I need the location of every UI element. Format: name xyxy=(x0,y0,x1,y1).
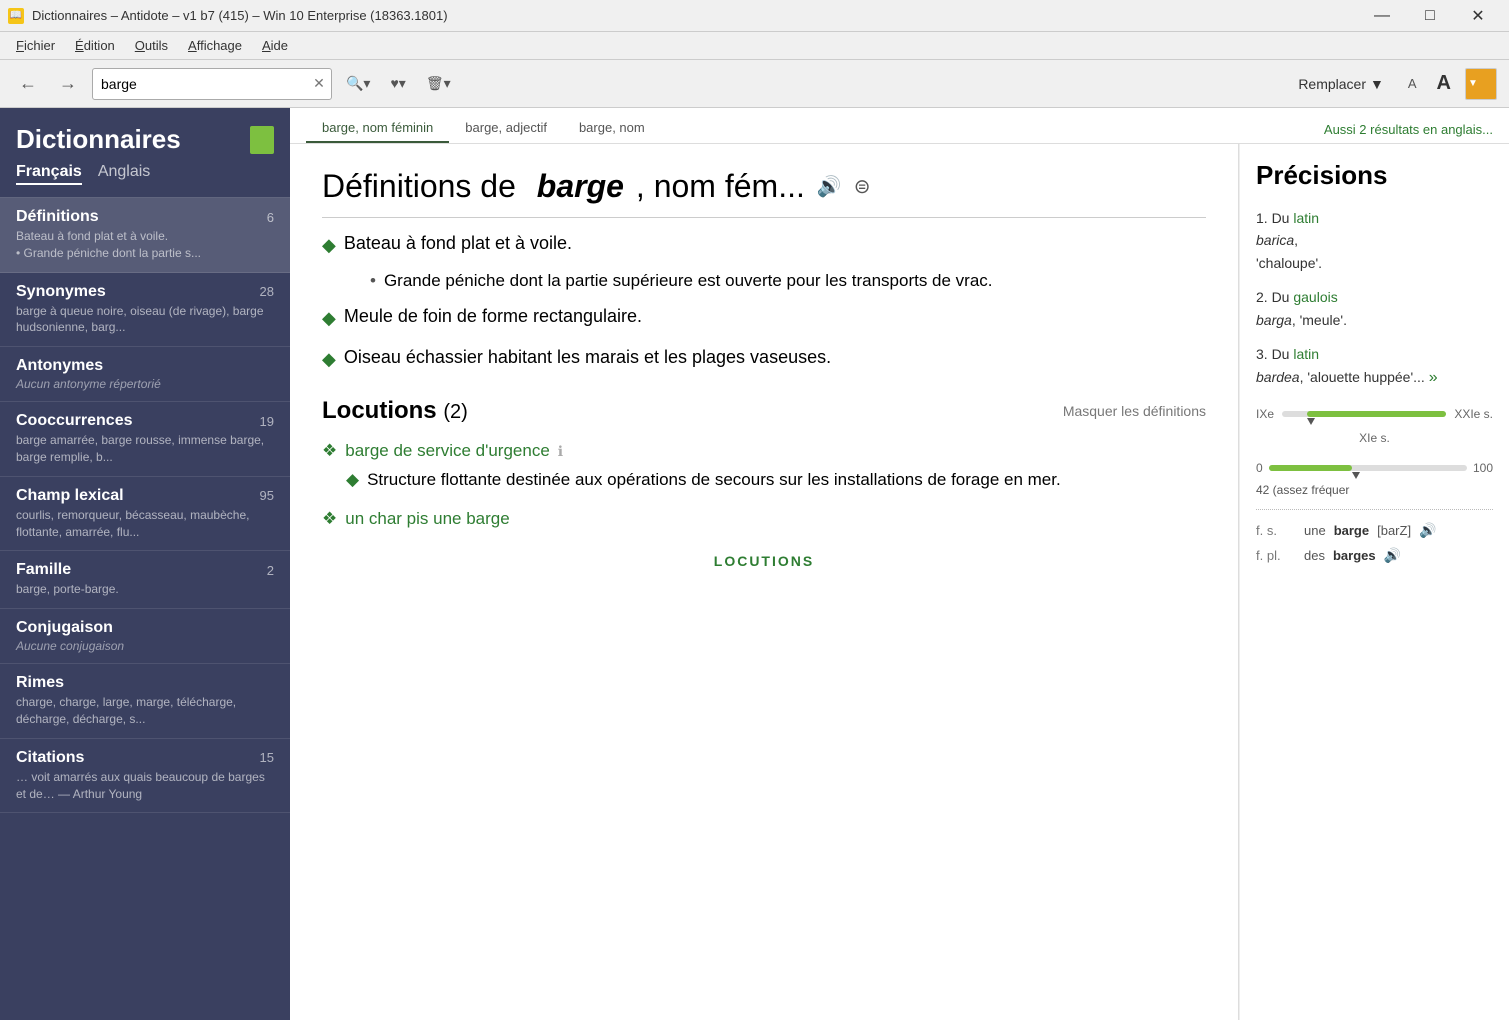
pronunciation-feminine-plural: f. pl. des barges 🔊 xyxy=(1256,547,1493,564)
etymology-3: 3. Du latin bardea, 'alouette huppée'...… xyxy=(1256,343,1493,391)
menu-edition[interactable]: Édition xyxy=(67,36,123,55)
forward-button[interactable]: → xyxy=(52,68,84,100)
locutions-title: Locutions xyxy=(322,397,437,424)
sidebar-item-antonymes[interactable]: Antonymes Aucun antonyme répertorié xyxy=(0,347,290,402)
info-icon[interactable]: ℹ xyxy=(558,443,563,460)
lang-tab-anglais[interactable]: Anglais xyxy=(98,163,150,185)
search-input[interactable] xyxy=(93,76,307,92)
font-size-large[interactable]: A xyxy=(1431,68,1457,99)
remplacer-button[interactable]: Remplacer ▼ xyxy=(1288,68,1394,100)
main-content: Définitions de barge , nom fém... 🔊 ⊜ ◆ … xyxy=(290,144,1239,1020)
menu-bar: Fichier Édition Outils Affichage Aide xyxy=(0,32,1509,60)
sidebar-item-cooccurrences[interactable]: Cooccurrences 19 barge amarrée, barge ro… xyxy=(0,402,290,477)
tabs-bar: barge, nom féminin barge, adjectif barge… xyxy=(290,108,1509,144)
etymology-1: 1. Du latin barica,'chaloupe'. xyxy=(1256,207,1493,274)
sidebar-item-rimes[interactable]: Rimes charge, charge, large, marge, télé… xyxy=(0,664,290,739)
masquer-definitions-button[interactable]: Masquer les définitions xyxy=(1063,403,1206,419)
title-suffix: , nom fém... xyxy=(636,168,805,205)
timeline-start: IXe xyxy=(1256,407,1274,421)
title-prefix: Définitions de xyxy=(322,168,525,205)
pronunciation-feminine-singular: f. s. une barge [barZ] 🔊 xyxy=(1256,522,1493,539)
locution-title-2[interactable]: ❖ un char pis une barge xyxy=(322,509,1206,529)
definition-item-3: ◆ Oiseau échassier habitant les marais e… xyxy=(322,344,1206,373)
title-bar: 📖 Dictionnaires – Antidote – v1 b7 (415)… xyxy=(0,0,1509,32)
timeline-end: XXIe s. xyxy=(1454,407,1493,421)
window-controls: — □ ✕ xyxy=(1359,0,1501,32)
locution-def-1: ◆ Structure flottante destinée aux opéra… xyxy=(346,467,1206,493)
locutions-count: (2) xyxy=(443,401,467,423)
definition-sub-1: • Grande péniche dont la partie supérieu… xyxy=(370,271,1206,291)
sidebar-item-synonymes[interactable]: Synonymes 28 barge à queue noire, oiseau… xyxy=(0,273,290,348)
menu-aide[interactable]: Aide xyxy=(254,36,296,55)
lang-tab-francais[interactable]: Français xyxy=(16,163,82,185)
divider xyxy=(1256,509,1493,510)
locution-item-2: ❖ un char pis une barge xyxy=(322,509,1206,529)
content-area: barge, nom féminin barge, adjectif barge… xyxy=(290,108,1509,1020)
definition-item-1: ◆ Bateau à fond plat et à voile. xyxy=(322,230,1206,259)
timeline-marker: XIe s. xyxy=(1359,431,1390,445)
frequency-value: 42 (assez fréquer xyxy=(1256,483,1493,497)
search-box: ✕ xyxy=(92,68,332,100)
sidebar-header: Dictionnaires xyxy=(0,108,290,163)
back-button[interactable]: ← xyxy=(12,68,44,100)
font-size-small[interactable]: A xyxy=(1402,72,1423,95)
sidebar-item-famille[interactable]: Famille 2 barge, porte-barge. xyxy=(0,551,290,609)
sidebar-icon xyxy=(250,126,274,154)
definitions-list: ◆ Bateau à fond plat et à voile. • Grand… xyxy=(322,230,1206,373)
close-button[interactable]: ✕ xyxy=(1455,0,1501,32)
audio-icon[interactable]: 🔊 xyxy=(817,174,842,199)
audio-button-fs[interactable]: 🔊 xyxy=(1419,522,1436,539)
title-word: barge xyxy=(537,168,624,205)
etymology-2: 2. Du gaulois barga, 'meule'. xyxy=(1256,286,1493,331)
locution-title-1[interactable]: ❖ barge de service d'urgence ℹ xyxy=(322,441,1206,461)
language-tabs: Français Anglais xyxy=(0,163,290,198)
sidebar-title: Dictionnaires xyxy=(16,124,181,155)
menu-affichage[interactable]: Affichage xyxy=(180,36,250,55)
color-picker[interactable]: ▼ xyxy=(1465,68,1497,100)
search-options-button[interactable]: 🔍▾ xyxy=(340,68,376,100)
sidebar-item-conjugaison[interactable]: Conjugaison Aucune conjugaison xyxy=(0,609,290,664)
options-icon[interactable]: ⊜ xyxy=(854,174,871,199)
sidebar: Dictionnaires Français Anglais Définitio… xyxy=(0,108,290,1020)
window-title: Dictionnaires – Antidote – v1 b7 (415) –… xyxy=(32,8,448,23)
audio-button-fpl[interactable]: 🔊 xyxy=(1384,547,1401,564)
search-clear-button[interactable]: ✕ xyxy=(307,72,331,96)
app-icon: 📖 xyxy=(8,8,24,24)
locutions-section-label: LOCUTIONS xyxy=(322,553,1206,569)
locutions-header: Locutions (2) Masquer les définitions xyxy=(322,397,1206,425)
more-arrow[interactable]: » xyxy=(1429,369,1438,386)
menu-outils[interactable]: Outils xyxy=(127,36,176,55)
locution-item-1: ❖ barge de service d'urgence ℹ ◆ Structu… xyxy=(322,441,1206,493)
english-results-link[interactable]: Aussi 2 résultats en anglais... xyxy=(1324,116,1493,143)
sidebar-item-champ-lexical[interactable]: Champ lexical 95 courlis, remorqueur, bé… xyxy=(0,477,290,552)
menu-fichier[interactable]: Fichier xyxy=(8,36,63,55)
content-title: Définitions de barge , nom fém... 🔊 ⊜ xyxy=(322,168,1206,218)
history-button[interactable]: 🗑▾ xyxy=(420,68,457,100)
sidebar-item-definitions[interactable]: Définitions 6 Bateau à fond plat et à vo… xyxy=(0,198,290,273)
favorites-button[interactable]: ♥▾ xyxy=(384,68,411,100)
sidebar-item-citations[interactable]: Citations 15 … voit amarrés aux quais be… xyxy=(0,739,290,814)
locutions-section: Locutions (2) Masquer les définitions ❖ … xyxy=(322,397,1206,569)
frequency-section: 0 100 42 (assez fréquer xyxy=(1256,461,1493,497)
timeline-section: IXe XXIe s. XIe s. xyxy=(1256,407,1493,445)
frequency-bar xyxy=(1269,465,1467,471)
tab-barge-adjectif[interactable]: barge, adjectif xyxy=(449,114,563,143)
main-layout: Dictionnaires Français Anglais Définitio… xyxy=(0,108,1509,1020)
toolbar: ← → ✕ 🔍▾ ♥▾ 🗑▾ Remplacer ▼ A A ▼ xyxy=(0,60,1509,108)
pronunciation-section: f. s. une barge [barZ] 🔊 f. pl. des barg… xyxy=(1256,522,1493,564)
tab-barge-nom[interactable]: barge, nom xyxy=(563,114,661,143)
right-panel: Précisions 1. Du latin barica,'chaloupe'… xyxy=(1239,144,1509,1020)
precisions-title: Précisions xyxy=(1256,160,1493,191)
definition-item-2: ◆ Meule de foin de forme rectangulaire. xyxy=(322,303,1206,332)
tab-barge-nom-feminin[interactable]: barge, nom féminin xyxy=(306,114,449,143)
minimize-button[interactable]: — xyxy=(1359,0,1405,32)
maximize-button[interactable]: □ xyxy=(1407,0,1453,32)
